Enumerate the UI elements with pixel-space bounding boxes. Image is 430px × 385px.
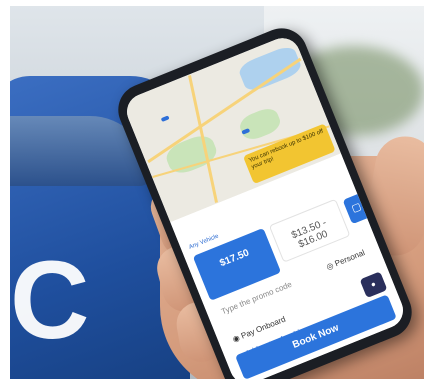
map-water [236, 43, 304, 94]
car-logo-c: C [10, 239, 90, 362]
pickup-pin[interactable] [160, 115, 170, 123]
car-icon[interactable]: ▢ [342, 192, 371, 225]
profile-label: Personal [333, 248, 367, 269]
location-pin-icon[interactable]: ● [359, 271, 388, 299]
profile-selector[interactable]: ◎ Personal [325, 248, 366, 272]
fare-option-range[interactable]: $13.50 - $16.00 [268, 198, 351, 263]
fare-price: $17.50 [218, 247, 251, 270]
map-park [236, 104, 284, 144]
photo-frame: C You can rebook up to $100 off your tri… [10, 6, 424, 379]
